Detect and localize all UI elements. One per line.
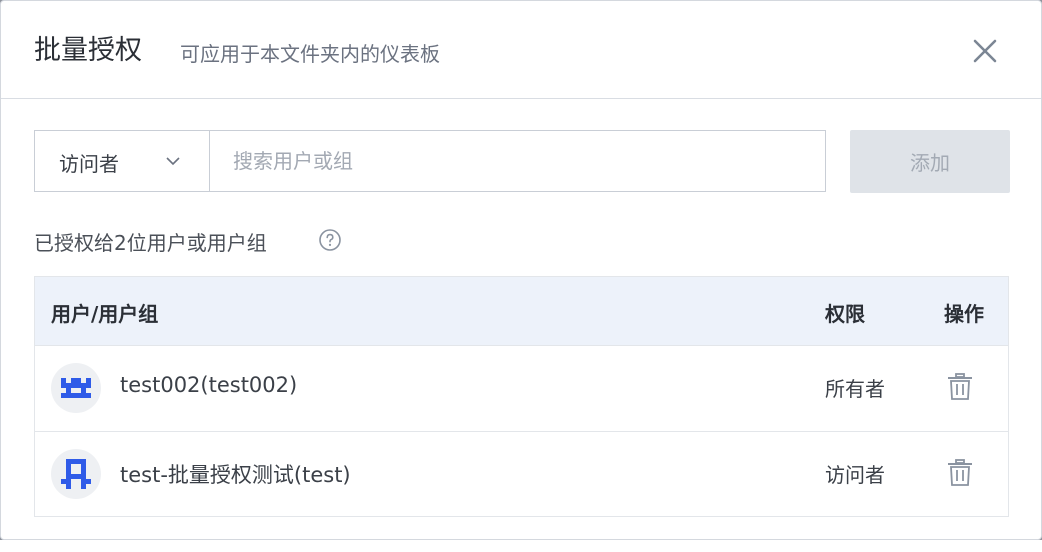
delete-button[interactable]: [943, 370, 977, 404]
column-header-user: 用户/用户组: [51, 302, 159, 326]
dialog-title: 批量授权: [34, 35, 142, 66]
user-identicon-icon: [61, 378, 91, 398]
role-select[interactable]: 访问者: [34, 130, 209, 192]
granted-count-text: 已授权给2位用户或用户组: [34, 231, 267, 255]
search-input[interactable]: [209, 130, 826, 192]
table-header: 用户/用户组 权限 操作: [35, 277, 1008, 345]
user-identicon-icon: [61, 459, 91, 489]
avatar: [51, 449, 101, 499]
chevron-down-icon: [166, 157, 180, 166]
permission-value: 所有者: [825, 377, 885, 401]
trash-icon: [948, 459, 972, 486]
close-icon: [973, 39, 997, 63]
table-row: test002(test002) 所有者: [35, 345, 1008, 432]
help-icon[interactable]: [318, 228, 342, 252]
role-select-value: 访问者: [59, 152, 119, 176]
column-header-permission: 权限: [825, 302, 865, 326]
permission-value: 访问者: [825, 463, 885, 487]
trash-icon: [948, 373, 972, 400]
close-button[interactable]: [967, 33, 1003, 69]
batch-authorize-dialog: 批量授权 可应用于本文件夹内的仪表板 访问者 添加 已授权给2位用户或用户组 用…: [0, 0, 1042, 540]
dialog-header: 批量授权 可应用于本文件夹内的仪表板: [1, 1, 1041, 99]
add-button[interactable]: 添加: [850, 130, 1010, 193]
table-row: test-批量授权测试(test) 访问者: [35, 431, 1008, 518]
avatar: [51, 363, 101, 413]
delete-button[interactable]: [943, 456, 977, 490]
authorized-table: 用户/用户组 权限 操作 test002(test002) 所有者 test-批…: [34, 276, 1009, 517]
user-name: test-批量授权测试(test): [120, 463, 351, 487]
column-header-action: 操作: [944, 302, 984, 326]
dialog-subtitle: 可应用于本文件夹内的仪表板: [180, 42, 440, 66]
user-name: test002(test002): [120, 373, 298, 397]
background-page: [0, 540, 1042, 552]
